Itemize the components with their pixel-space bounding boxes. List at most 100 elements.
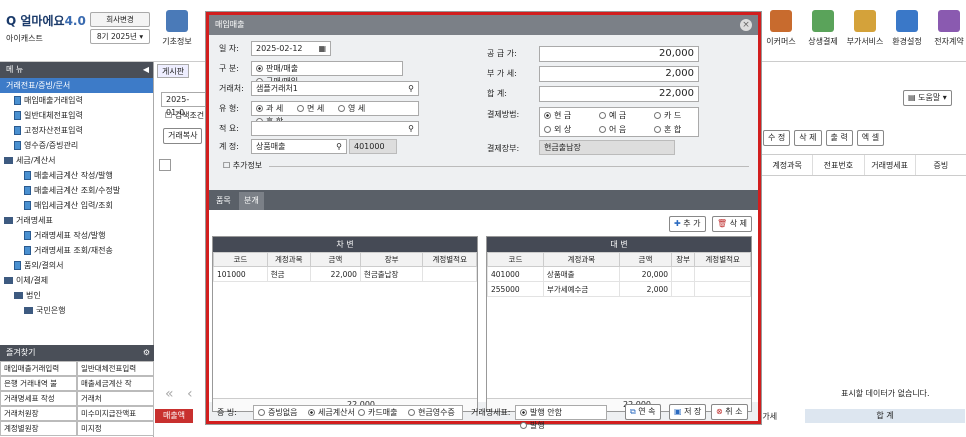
vat-input[interactable]: 2,000 [539, 66, 699, 82]
tab-items[interactable]: 품목 [211, 192, 236, 210]
main-action-button[interactable]: 엑 셀 [856, 130, 885, 146]
main-action-button[interactable]: 삭 제 [794, 130, 822, 146]
sidebar-item[interactable]: 매출세금계산 조회/수정발 [0, 183, 153, 198]
settings-icon[interactable]: ⚙ [143, 345, 150, 361]
table-row[interactable]: 255000 부가세예수금 2,000 [487, 281, 751, 297]
sidebar-item[interactable]: 법인 [0, 288, 153, 303]
radio-option[interactable]: 증빙없음 [258, 406, 308, 419]
tab-journal[interactable]: 분개 [239, 192, 264, 210]
delete-button[interactable]: 🗑 삭 제 [712, 216, 752, 232]
client-input[interactable]: 샘플거래처1 ⚲ [251, 81, 419, 96]
table-cell[interactable] [671, 266, 696, 282]
quick-menu-item[interactable]: 거래처원장 [0, 406, 77, 421]
continue-button[interactable]: ⧉ 연 속 [625, 404, 661, 420]
prev-page-icon[interactable]: ‹ [187, 386, 193, 402]
radio-option[interactable]: 면 세 [297, 102, 338, 115]
table-cell[interactable]: 22,000 [309, 266, 361, 282]
toolbar-item[interactable]: 이커머스 [760, 4, 802, 58]
quick-menu-item[interactable]: 계정별원장 [0, 421, 77, 436]
sidebar-item[interactable]: 세금/계산서 [0, 153, 153, 168]
memo-input[interactable]: ⚲ [251, 121, 419, 136]
period-select[interactable]: 8기 2025년 ▾ [90, 29, 150, 44]
pay-radio-option[interactable]: 카 드 [654, 110, 681, 121]
save-button[interactable]: ▣ 저 장 [669, 404, 707, 420]
search-icon[interactable]: ⚲ [336, 140, 342, 153]
table-cell[interactable] [694, 266, 751, 282]
sidebar-item[interactable]: 고정자산전표입력 [0, 123, 153, 138]
menu-selected-category[interactable]: 거래전표/증빙/문서 [0, 78, 153, 93]
calendar-icon[interactable]: ▦ [318, 42, 326, 55]
pay-radio-option[interactable]: 예 금 [599, 110, 626, 121]
sidebar-item[interactable]: 매입세금계산 입력/조회 [0, 198, 153, 213]
quick-menu-item[interactable]: 은행 거래내역 불 [0, 376, 77, 391]
main-action-button[interactable]: 수 정 [763, 130, 791, 146]
toolbar-item[interactable]: 전자계약 [928, 4, 966, 58]
table-cell[interactable] [694, 281, 751, 297]
main-action-button[interactable]: 출 력 [825, 130, 853, 146]
select-all-checkbox[interactable] [159, 159, 171, 171]
copy-button[interactable]: 거래복사 [163, 128, 203, 144]
search-icon[interactable]: ⚲ [408, 122, 414, 135]
quick-menu-item[interactable]: 매입매출거래입력 [0, 361, 77, 376]
sidebar-item[interactable]: 일반대체전표입력 [0, 108, 153, 123]
pay-radio-option[interactable]: 어 음 [599, 124, 626, 135]
tab-board[interactable]: 게시판 [157, 64, 190, 78]
search-icon[interactable]: ⚲ [408, 82, 414, 95]
radio-option[interactable]: 카드매출 [358, 406, 408, 419]
cancel-button[interactable]: ⊗ 취 소 [711, 404, 748, 420]
radio-option[interactable]: 발행 안함 [520, 406, 564, 419]
add-button[interactable]: ✚ 추 가 [669, 216, 706, 232]
table-cell[interactable]: 현금출납장 [359, 266, 424, 282]
extra-info-checkbox[interactable]: ☐ 추가정보 [223, 160, 262, 171]
table-cell[interactable]: 2,000 [618, 281, 673, 297]
quick-menu-item[interactable]: 매출세금계산 작 [77, 376, 154, 391]
table-cell[interactable] [422, 266, 477, 282]
quick-menu-item[interactable]: 일반대체전표입력 [77, 361, 154, 376]
sidebar-item[interactable]: 영수증/증빙관리 [0, 138, 153, 153]
table-cell[interactable]: 101000 [213, 266, 268, 282]
first-page-icon[interactable]: « [165, 386, 174, 402]
collapse-icon[interactable]: ◀ [143, 62, 149, 78]
quick-menu-item[interactable]: 미수미지급잔액표 [77, 406, 154, 421]
radio-option[interactable]: 판매/매출 [256, 62, 330, 75]
pay-radio-option[interactable]: 혼 합 [654, 124, 681, 135]
sidebar-item[interactable]: 이체/결제 [0, 273, 153, 288]
table-cell[interactable]: 부가세예수금 [542, 281, 620, 297]
pay-radio-option[interactable]: 외 상 [544, 124, 571, 135]
main-date-field[interactable]: 2025-01-0 [161, 92, 207, 117]
table-cell[interactable]: 255000 [487, 281, 544, 297]
change-company-button[interactable]: 회사변경 [90, 12, 150, 27]
table-cell[interactable]: 상품매출 [542, 266, 620, 282]
pay-radio-option[interactable]: 현 금 [544, 110, 571, 121]
account-input[interactable]: 상품매출 ⚲ [251, 139, 347, 154]
radio-option[interactable]: 영 세 [338, 102, 379, 115]
sidebar-item[interactable]: 품의/결의서 [0, 258, 153, 273]
sidebar-item[interactable]: 매입매출거래입력 [0, 93, 153, 108]
quick-menu-item[interactable]: 거래처 [77, 391, 154, 406]
table-cell[interactable] [671, 281, 696, 297]
total-input[interactable]: 22,000 [539, 86, 699, 102]
table-row[interactable]: 101000 현금 22,000 현금출납장 [213, 266, 477, 282]
sidebar-item[interactable]: 국민은행 [0, 303, 153, 318]
toolbar-item[interactable]: 부가서비스 [844, 4, 886, 58]
supply-input[interactable]: 20,000 [539, 46, 699, 62]
toolbar-item[interactable]: 상생결제 [802, 4, 844, 58]
date-input[interactable]: 2025-02-12 ▦ [251, 41, 331, 56]
sidebar-item[interactable]: 매출세금계산 작성/발행 [0, 168, 153, 183]
radio-option[interactable]: 발행 [520, 419, 564, 432]
quick-menu-item[interactable]: 미지정 [77, 421, 154, 436]
table-row[interactable]: 401000 상품매출 20,000 [487, 266, 751, 282]
close-icon[interactable]: × [740, 19, 752, 31]
sidebar-item[interactable]: 거래명세표 조회/재전송 [0, 243, 153, 258]
radio-option[interactable]: 과 세 [256, 102, 297, 115]
help-button[interactable]: ▤ 도움말 ▾ [903, 90, 952, 106]
sidebar-item[interactable]: 거래명세표 [0, 213, 153, 228]
search-condition-checkbox[interactable]: ☐ 검색조건 [165, 110, 204, 121]
basic-info-tool[interactable]: 기초정보 [155, 4, 199, 58]
radio-option[interactable]: 세금계산서 [308, 406, 358, 419]
sidebar-item[interactable]: 거래명세표 작성/발행 [0, 228, 153, 243]
table-cell[interactable]: 401000 [487, 266, 544, 282]
radio-option[interactable]: 현금영수증 [408, 406, 458, 419]
toolbar-item[interactable]: 환경설정 [886, 4, 928, 58]
table-cell[interactable]: 현금 [266, 266, 311, 282]
